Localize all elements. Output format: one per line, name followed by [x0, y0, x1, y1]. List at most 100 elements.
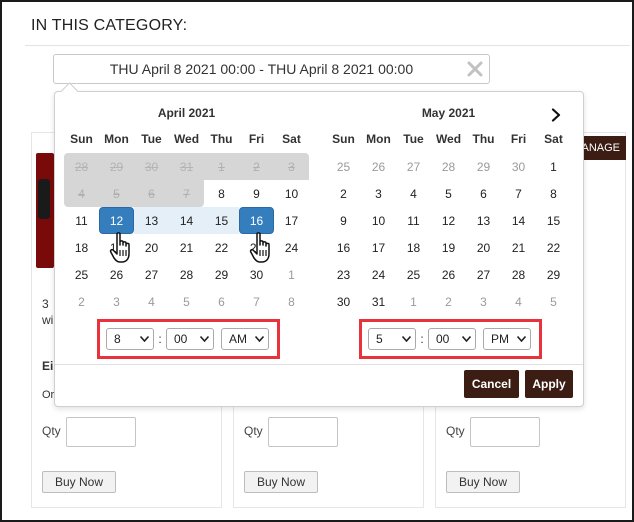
- qty-label: Qty: [446, 424, 465, 438]
- calendar-day[interactable]: 29: [466, 153, 501, 180]
- calendar-day[interactable]: 21: [169, 234, 204, 261]
- calendar-day[interactable]: 28: [431, 153, 466, 180]
- end-time-selector: 5 : 00 PM: [359, 319, 542, 359]
- calendar-day[interactable]: 9: [326, 207, 361, 234]
- calendar-day[interactable]: 28: [501, 261, 536, 288]
- calendar-day[interactable]: 1: [274, 261, 309, 288]
- calendar-day-selected[interactable]: 16: [239, 207, 274, 234]
- calendar-day[interactable]: 25: [396, 261, 431, 288]
- buy-now-button[interactable]: Buy Now: [244, 471, 318, 493]
- calendar-day[interactable]: 25: [64, 261, 99, 288]
- calendar-day[interactable]: 24: [274, 234, 309, 261]
- calendar-day[interactable]: 25: [326, 153, 361, 180]
- cancel-button[interactable]: Cancel: [464, 370, 519, 398]
- calendar-day[interactable]: 7: [239, 288, 274, 315]
- calendar-day[interactable]: 5: [431, 180, 466, 207]
- calendar-day[interactable]: 5: [536, 288, 571, 315]
- calendar-day[interactable]: 5: [169, 288, 204, 315]
- qty-input[interactable]: [268, 417, 338, 447]
- apply-button[interactable]: Apply: [525, 370, 573, 398]
- calendar-day[interactable]: 22: [536, 234, 571, 261]
- weekday-label: Thu: [472, 132, 495, 146]
- calendar-day[interactable]: 14: [169, 207, 204, 234]
- time-separator: :: [420, 332, 424, 346]
- calendar-day[interactable]: 2: [431, 288, 466, 315]
- calendar-day[interactable]: 27: [134, 261, 169, 288]
- start-hour-select[interactable]: 8: [106, 328, 154, 350]
- calendar-day[interactable]: 27: [396, 153, 431, 180]
- calendar-day[interactable]: 19: [99, 234, 134, 261]
- calendar-day[interactable]: 14: [501, 207, 536, 234]
- calendar-day[interactable]: 15: [204, 207, 239, 234]
- calendar-day[interactable]: 29: [204, 261, 239, 288]
- calendar-day[interactable]: 21: [501, 234, 536, 261]
- calendar-day[interactable]: 4: [501, 288, 536, 315]
- calendar-day[interactable]: 17: [274, 207, 309, 234]
- calendar-day[interactable]: 3: [466, 288, 501, 315]
- calendar-day[interactable]: 11: [396, 207, 431, 234]
- end-ampm-select[interactable]: PM: [483, 328, 531, 350]
- chevron-right-icon[interactable]: [549, 108, 563, 122]
- calendar-day[interactable]: 22: [204, 234, 239, 261]
- calendar-day[interactable]: 16: [326, 234, 361, 261]
- calendar-day[interactable]: 23: [239, 234, 274, 261]
- calendar-day[interactable]: 8: [204, 180, 239, 207]
- calendar-day[interactable]: 24: [361, 261, 396, 288]
- calendar-day[interactable]: 12: [431, 207, 466, 234]
- calendar-day[interactable]: 4: [134, 288, 169, 315]
- close-icon[interactable]: [464, 58, 486, 80]
- calendar-day[interactable]: 1: [536, 153, 571, 180]
- calendar-day[interactable]: 10: [274, 180, 309, 207]
- calendar-day[interactable]: 13: [466, 207, 501, 234]
- calendar-day[interactable]: 9: [239, 180, 274, 207]
- calendar-day-selected[interactable]: 12: [99, 207, 134, 234]
- chevron-down-icon: [255, 336, 264, 342]
- end-minute-select[interactable]: 00: [428, 328, 476, 350]
- calendar-day[interactable]: 15: [536, 207, 571, 234]
- buy-now-button[interactable]: Buy Now: [42, 471, 116, 493]
- calendar-day[interactable]: 3: [361, 180, 396, 207]
- calendar-day[interactable]: 13: [134, 207, 169, 234]
- calendar-day[interactable]: 20: [466, 234, 501, 261]
- qty-input[interactable]: [470, 417, 540, 447]
- day-grid: 25 26 27 28 29 30 1 2 3 4 5 6 7 8 9 10 11 12 13 14 15 16 17 18 1…: [326, 153, 571, 315]
- calendar-day[interactable]: 31: [361, 288, 396, 315]
- buy-now-button[interactable]: Buy Now: [446, 471, 520, 493]
- calendar-day[interactable]: 6: [204, 288, 239, 315]
- calendar-day[interactable]: 10: [361, 207, 396, 234]
- calendar-day[interactable]: 18: [396, 234, 431, 261]
- calendar-day[interactable]: 30: [326, 288, 361, 315]
- calendar-day[interactable]: 20: [134, 234, 169, 261]
- calendar-day[interactable]: 4: [396, 180, 431, 207]
- end-hour-select[interactable]: 5: [368, 328, 416, 350]
- calendar-day[interactable]: 8: [274, 288, 309, 315]
- calendar-day[interactable]: 19: [431, 234, 466, 261]
- calendar-day[interactable]: 2: [326, 180, 361, 207]
- qty-input[interactable]: [66, 417, 136, 447]
- calendar-day[interactable]: 7: [501, 180, 536, 207]
- calendar-day[interactable]: 23: [326, 261, 361, 288]
- calendar-day[interactable]: 8: [536, 180, 571, 207]
- calendar-day[interactable]: 6: [466, 180, 501, 207]
- calendar-day[interactable]: 2: [64, 288, 99, 315]
- calendar-day[interactable]: 26: [431, 261, 466, 288]
- calendar-day[interactable]: 11: [64, 207, 99, 234]
- calendar-day[interactable]: 3: [99, 288, 134, 315]
- calendar-day[interactable]: 1: [396, 288, 431, 315]
- calendar-day[interactable]: 28: [169, 261, 204, 288]
- calendar-day[interactable]: 26: [99, 261, 134, 288]
- chevron-down-icon: [402, 336, 411, 342]
- calendar-day[interactable]: 26: [361, 153, 396, 180]
- calendar-day[interactable]: 18: [64, 234, 99, 261]
- calendar-day[interactable]: 17: [361, 234, 396, 261]
- end-minute-value: 00: [436, 332, 450, 346]
- start-ampm-select[interactable]: AM: [221, 328, 269, 350]
- calendar-day[interactable]: 29: [536, 261, 571, 288]
- end-ampm-value: PM: [491, 332, 509, 346]
- calendar-day[interactable]: 30: [239, 261, 274, 288]
- calendar-day[interactable]: 27: [466, 261, 501, 288]
- start-minute-select[interactable]: 00: [166, 328, 214, 350]
- weekday-label: Mon: [366, 132, 391, 146]
- date-range-input[interactable]: THU April 8 2021 00:00 - THU April 8 202…: [53, 54, 490, 84]
- calendar-day[interactable]: 30: [501, 153, 536, 180]
